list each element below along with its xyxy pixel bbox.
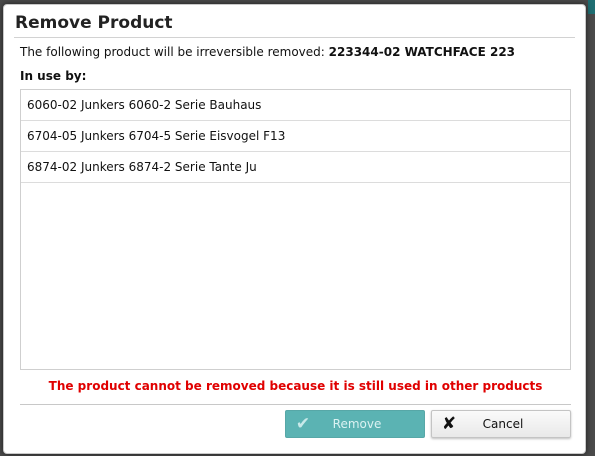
intro-text: The following product will be irreversib…	[20, 45, 515, 59]
remove-button-label: Remove	[332, 417, 382, 431]
dialog-title: Remove Product	[15, 13, 173, 33]
intro-label: The following product will be irreversib…	[20, 45, 325, 59]
error-message: The product cannot be removed because it…	[48, 379, 543, 393]
footer-divider	[20, 404, 571, 405]
list-item[interactable]: 6704-05 Junkers 6704-5 Serie Eisvogel F1…	[21, 121, 570, 152]
in-use-label: In use by:	[20, 69, 87, 83]
remove-product-dialog: Remove Product The following product wil…	[3, 4, 586, 454]
backdrop-strip	[588, 0, 595, 14]
list-item[interactable]: 6874-02 Junkers 6874-2 Serie Tante Ju	[21, 152, 570, 183]
title-divider	[14, 37, 575, 38]
in-use-list[interactable]: 6060-02 Junkers 6060-2 Serie Bauhaus 670…	[20, 89, 571, 370]
cancel-button[interactable]: ✘ Cancel	[431, 410, 571, 438]
remove-button[interactable]: ✔ Remove	[285, 410, 425, 438]
cancel-button-label: Cancel	[482, 417, 524, 431]
x-icon: ✘	[441, 414, 457, 434]
list-item[interactable]: 6060-02 Junkers 6060-2 Serie Bauhaus	[21, 90, 570, 121]
product-name: 223344-02 WATCHFACE 223	[328, 45, 516, 59]
check-icon: ✔	[295, 414, 311, 434]
